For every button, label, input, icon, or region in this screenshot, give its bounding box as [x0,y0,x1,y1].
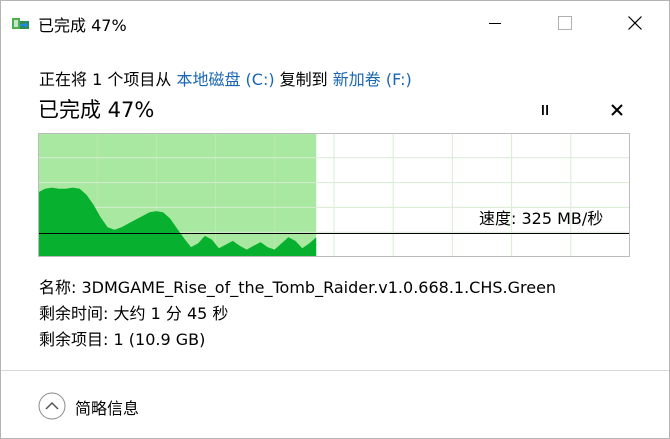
destination-link[interactable]: 新加卷 (F:) [333,70,412,89]
items-remaining-value: 1 (10.9 GB) [113,330,206,349]
maximize-icon [558,16,572,30]
footer-divider [1,370,669,371]
items-remaining-label: 剩余项目: [39,330,109,349]
progress-status: 已完成 47% [38,98,155,122]
fewer-details-button[interactable]: 简略信息 [75,395,139,419]
file-name-row: 名称: 3DMGAME_Rise_of_the_Tomb_Raider.v1.0… [39,274,556,298]
time-remaining-label: 剩余时间: [39,304,109,323]
cancel-button[interactable] [604,98,630,122]
minimize-icon [489,23,501,24]
operation-middle: 复制到 [274,70,333,89]
source-link[interactable]: 本地磁盘 (C:) [176,70,274,89]
time-remaining-row: 剩余时间: 大约 1 分 45 秒 [39,300,228,324]
file-name-value: 3DMGAME_Rise_of_the_Tomb_Raider.v1.0.668… [81,278,557,297]
time-remaining-value: 大约 1 分 45 秒 [113,304,229,323]
chevron-up-icon[interactable] [37,391,67,421]
maximize-button[interactable] [542,1,588,45]
minimize-button[interactable] [472,1,518,45]
items-remaining-row: 剩余项目: 1 (10.9 GB) [39,326,205,350]
copy-progress-dialog: 已完成 47% 正在将 1 个项目从 本地磁盘 (C:) 复制到 新加卷 (F:… [0,0,670,439]
operation-prefix: 正在将 1 个项目从 [39,70,177,89]
file-name-label: 名称: [39,278,77,297]
speed-graph [38,133,630,257]
title-bar[interactable]: 已完成 47% [1,1,669,45]
speed-label: 速度: 325 MB/秒 [479,209,604,228]
operation-description: 正在将 1 个项目从 本地磁盘 (C:) 复制到 新加卷 (F:) [39,66,412,90]
window-title: 已完成 47% [38,16,127,35]
pause-button[interactable] [532,98,558,122]
copy-folder-icon [12,15,30,31]
close-icon [611,104,623,116]
close-window-button[interactable] [612,1,658,45]
close-icon [628,16,642,30]
pause-icon [542,105,548,115]
